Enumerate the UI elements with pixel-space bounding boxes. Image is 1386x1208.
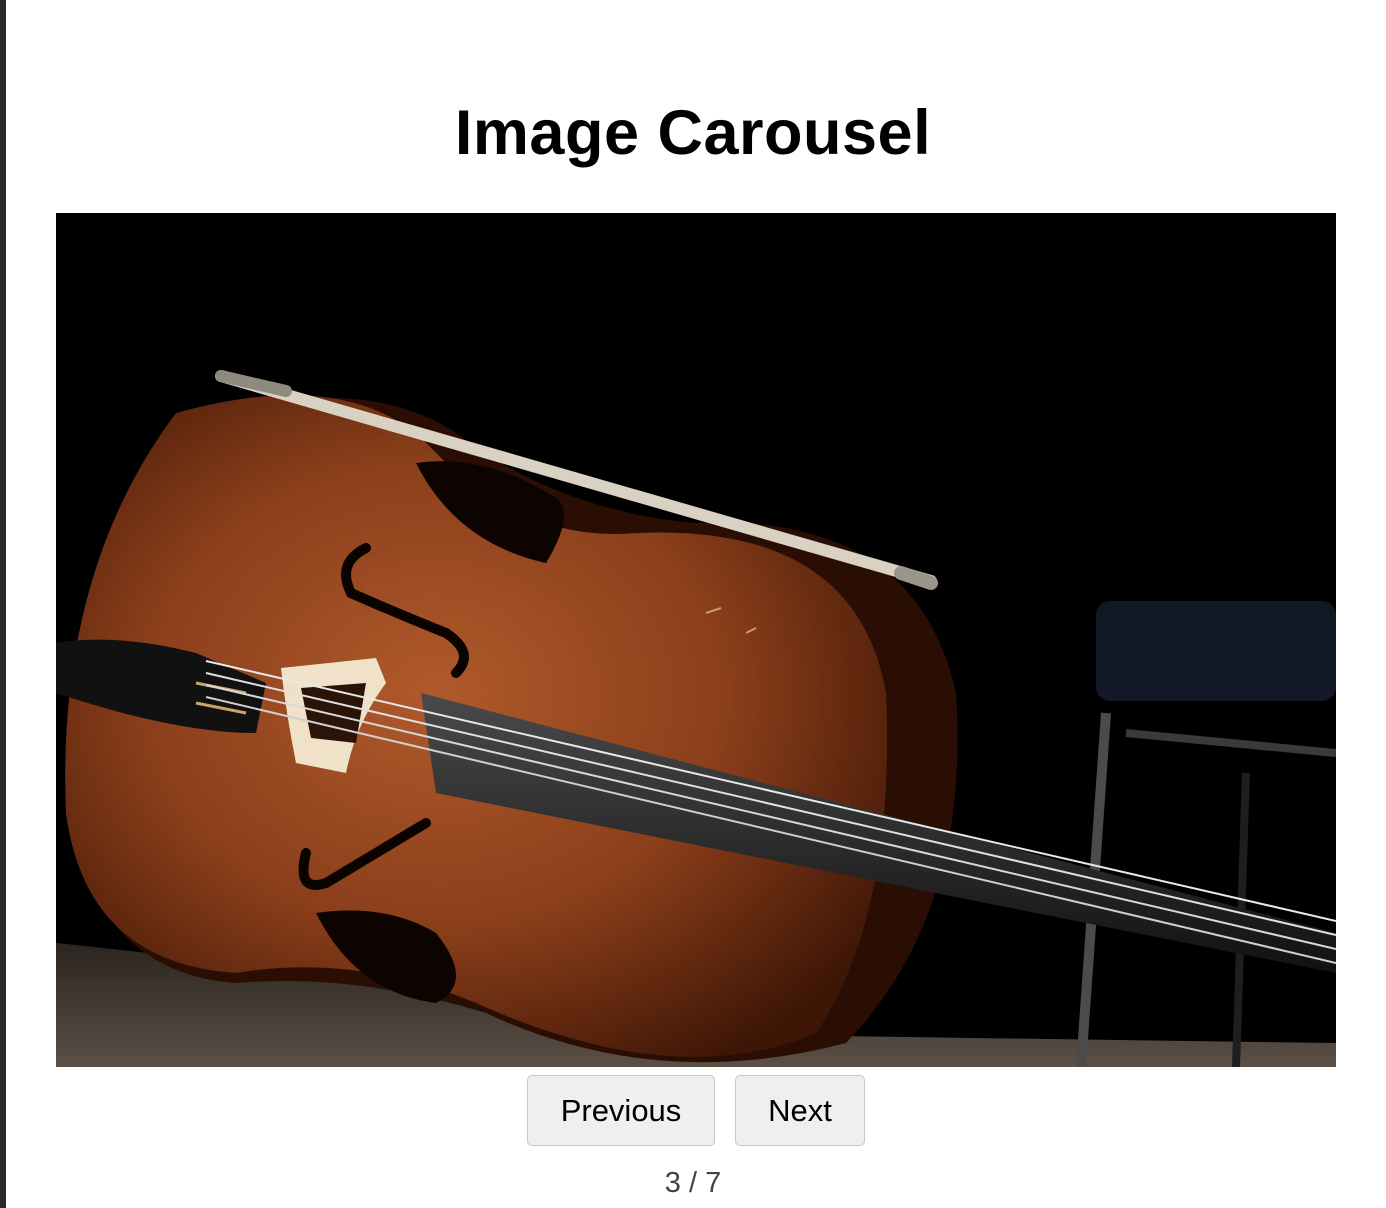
slide-counter: 3 / 7 [664,1167,722,1199]
previous-button[interactable]: Previous [527,1075,715,1146]
next-button[interactable]: Next [735,1075,865,1146]
slide-image-cello [56,213,1336,1067]
page-title: Image Carousel [454,98,932,168]
window-left-border [0,0,6,1208]
carousel-slide [56,213,1336,1067]
